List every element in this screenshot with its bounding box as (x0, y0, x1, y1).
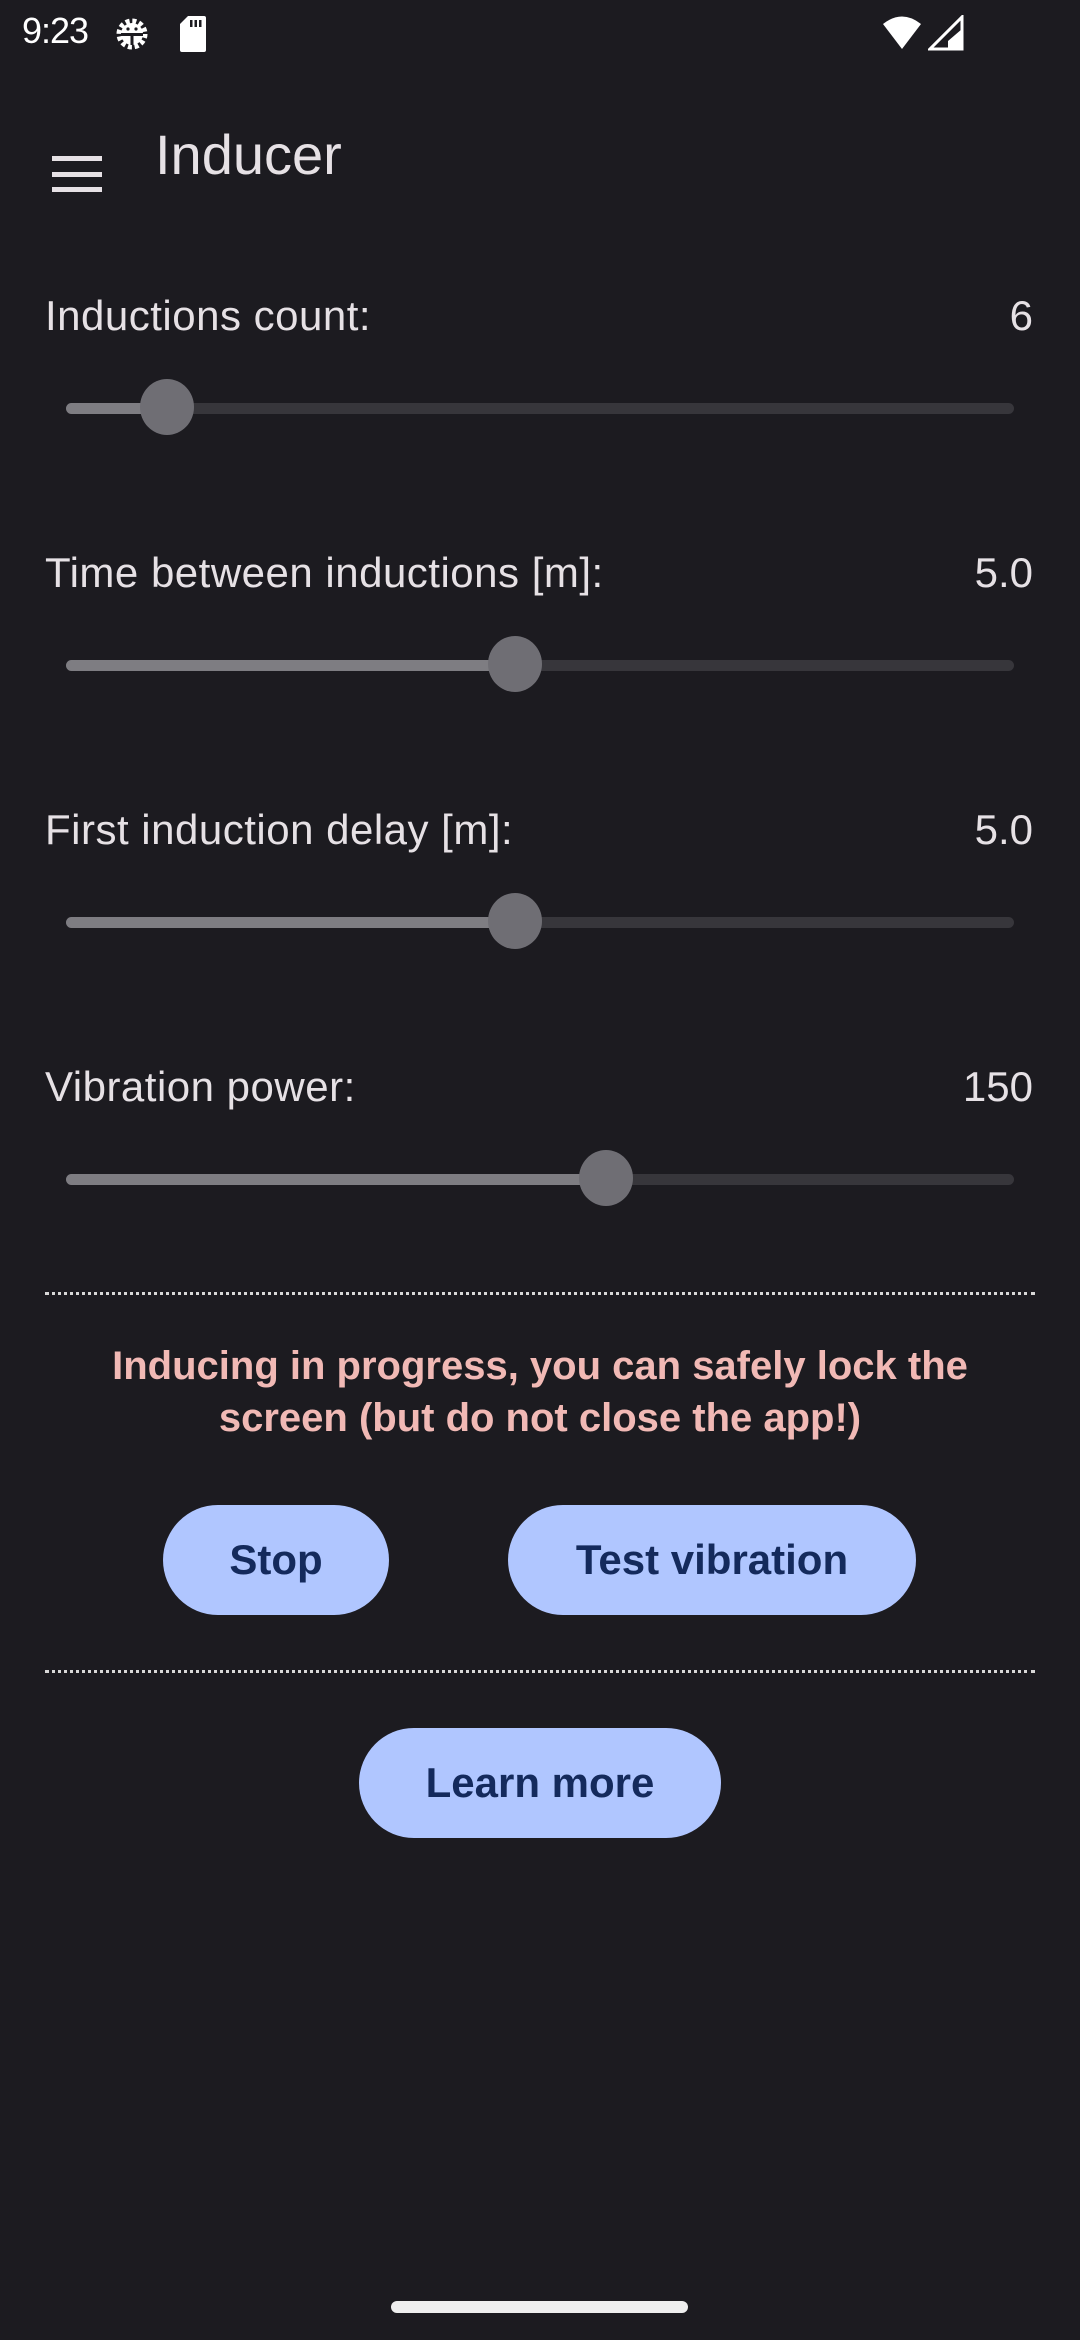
setting-vibration-power: Vibration power: 150 (0, 1063, 1080, 1263)
wifi-icon (883, 16, 921, 49)
setting-value: 5.0 (974, 806, 1033, 853)
setting-label: Inductions count: (45, 292, 372, 339)
status-bar: 9:23 (0, 0, 1080, 66)
divider (45, 1292, 1035, 1295)
slider-fill (66, 917, 516, 928)
slider-thumb[interactable] (579, 1150, 634, 1206)
home-indicator[interactable] (391, 2301, 688, 2313)
setting-label: Time between inductions [m]: (45, 549, 604, 596)
first-induction-delay-slider[interactable] (66, 892, 1014, 952)
app-title: Inducer (155, 123, 342, 186)
cellular-signal-icon (928, 15, 964, 51)
setting-value: 150 (962, 1063, 1033, 1110)
setting-time-between-inductions: Time between inductions [m]: 5.0 (0, 549, 1080, 749)
stop-button[interactable]: Stop (163, 1505, 389, 1615)
setting-inductions-count: Inductions count: 6 (0, 292, 1080, 492)
android-debug-icon (116, 18, 148, 50)
setting-value: 5.0 (974, 549, 1033, 596)
inductions-count-slider[interactable] (66, 378, 1014, 438)
learn-more-button[interactable]: Learn more (359, 1728, 721, 1838)
slider-thumb[interactable] (488, 636, 543, 692)
vibration-power-slider[interactable] (66, 1149, 1014, 1209)
setting-value: 6 (1009, 292, 1033, 339)
setting-label: Vibration power: (45, 1063, 356, 1110)
slider-thumb[interactable] (488, 893, 543, 949)
setting-label: First induction delay [m]: (45, 806, 514, 853)
sd-card-icon (180, 16, 206, 52)
setting-first-induction-delay: First induction delay [m]: 5.0 (0, 806, 1080, 1006)
slider-track (66, 403, 1014, 414)
hamburger-menu-icon[interactable] (30, 120, 124, 192)
divider (45, 1670, 1035, 1673)
slider-thumb[interactable] (140, 379, 195, 435)
app-bar: Inducer (0, 100, 1080, 210)
time-between-inductions-slider[interactable] (66, 635, 1014, 695)
test-vibration-button[interactable]: Test vibration (508, 1505, 916, 1615)
status-message: Inducing in progress, you can safely loc… (112, 1344, 968, 1440)
slider-fill (66, 660, 516, 671)
status-time: 9:23 (22, 10, 89, 51)
slider-fill (66, 1174, 607, 1185)
